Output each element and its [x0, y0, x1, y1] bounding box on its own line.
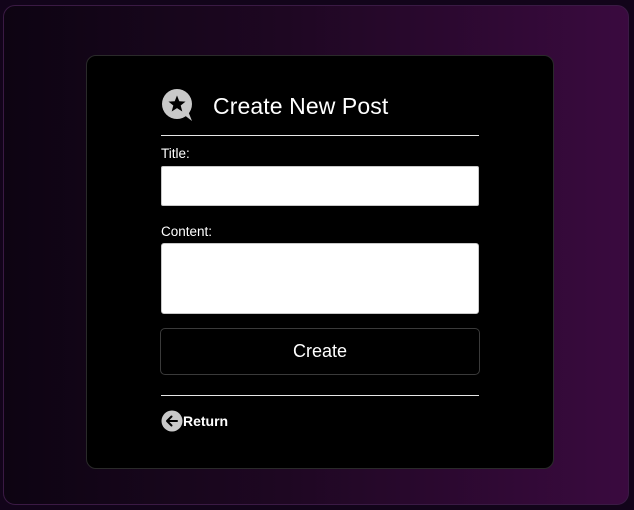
- create-post-card: Create New Post Title: Content: Create R…: [86, 55, 554, 469]
- title-label: Title:: [161, 146, 190, 161]
- content-label: Content:: [161, 224, 213, 239]
- return-link[interactable]: Return: [161, 409, 228, 433]
- form-header: Create New Post: [161, 88, 479, 128]
- return-label: Return: [183, 413, 229, 429]
- title-input[interactable]: [161, 166, 479, 206]
- star-chat-bubble-icon: [161, 88, 195, 124]
- create-button[interactable]: Create: [160, 328, 480, 375]
- header-divider: [161, 135, 479, 136]
- page-title: Create New Post: [213, 93, 389, 119]
- arrow-left-circle-icon: [161, 410, 183, 432]
- content-textarea[interactable]: [161, 243, 479, 314]
- footer-divider: [161, 395, 479, 396]
- page-frame: Create New Post Title: Content: Create R…: [3, 5, 629, 505]
